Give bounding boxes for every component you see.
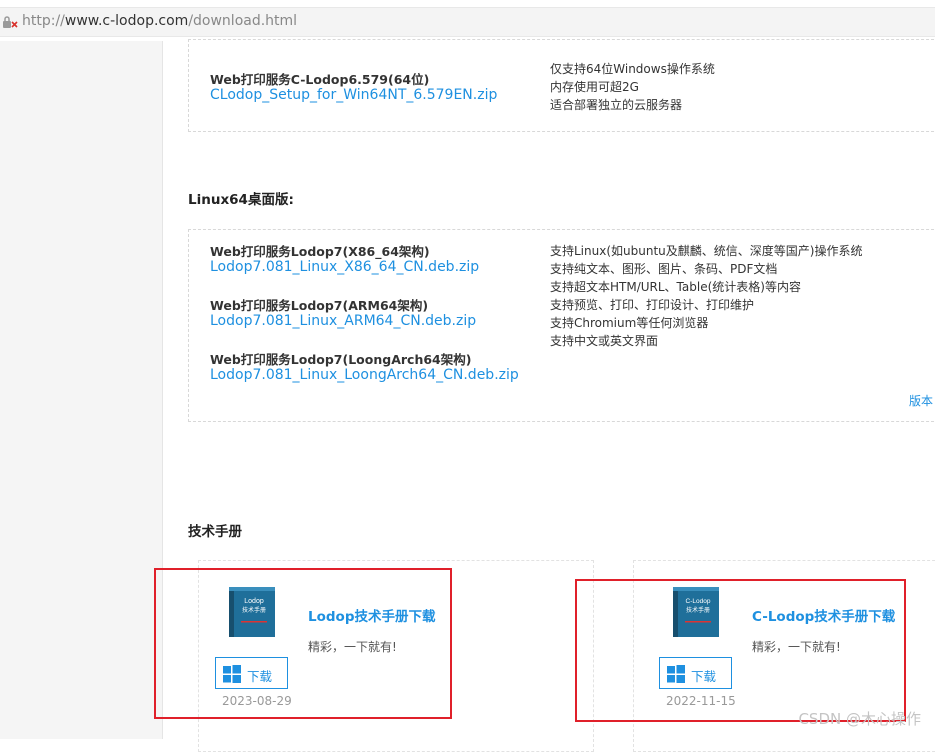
linux-item-title-x86: Web打印服务Lodop7(X86_64架构) xyxy=(210,244,430,259)
linux-desc-4: 支持预览、打印、打印设计、打印维护 xyxy=(550,298,755,312)
address-bar: http://www.c-lodop.com/download.html xyxy=(0,0,935,40)
cloud-desc-1: 仅支持64位Windows操作系统 xyxy=(550,62,715,76)
cloud-desc-2: 内存使用可超2G xyxy=(550,80,639,94)
linux-item-link-arm64[interactable]: Lodop7.081_Linux_ARM64_CN.deb.zip xyxy=(210,313,476,329)
left-gutter xyxy=(0,41,163,739)
version-history-link[interactable]: 版本 xyxy=(909,392,933,409)
linux-heading: Linux64桌面版: xyxy=(188,192,294,208)
insecure-lock-icon xyxy=(3,16,18,28)
manual-heading: 技术手册 xyxy=(188,524,242,540)
linux-item-title-loongarch: Web打印服务Lodop7(LoongArch64架构) xyxy=(210,352,472,367)
cloud-desc-3: 适合部署独立的云服务器 xyxy=(550,98,683,112)
linux-item-title-arm64: Web打印服务Lodop7(ARM64架构) xyxy=(210,298,429,313)
linux-desc-3: 支持超文本HTM/URL、Table(统计表格)等内容 xyxy=(550,280,801,294)
cloud-item-link[interactable]: CLodop_Setup_for_Win64NT_6.579EN.zip xyxy=(210,87,497,103)
linux-item-link-loongarch[interactable]: Lodop7.081_Linux_LoongArch64_CN.deb.zip xyxy=(210,367,519,383)
linux-desc-5: 支持Chromium等任何浏览器 xyxy=(550,316,709,330)
highlight-frame-clodop xyxy=(575,579,906,722)
csdn-watermark: CSDN @木心操作 xyxy=(798,710,921,728)
linux-desc-2: 支持纯文本、图形、图片、条码、PDF文档 xyxy=(550,262,778,276)
url-host: www.c-lodop.com xyxy=(64,13,189,29)
url-scheme: http:// xyxy=(22,13,65,29)
highlight-frame-lodop xyxy=(154,568,452,719)
url-path: /download.html xyxy=(188,13,298,29)
linux-desc-1: 支持Linux(如ubuntu及麒麟、统信、深度等国产)操作系统 xyxy=(550,244,863,258)
linux-item-link-x86[interactable]: Lodop7.081_Linux_X86_64_CN.deb.zip xyxy=(210,259,479,275)
cloud-item-title: Web打印服务C-Lodop6.579(64位) xyxy=(210,72,430,87)
page-content: Web打印服务C-Lodop6.579(64位) CLodop_Setup_fo… xyxy=(154,39,935,752)
linux-desc-6: 支持中文或英文界面 xyxy=(550,334,659,348)
url-field[interactable]: http://www.c-lodop.com/download.html xyxy=(0,7,935,37)
url-text: http://www.c-lodop.com/download.html xyxy=(22,13,297,29)
